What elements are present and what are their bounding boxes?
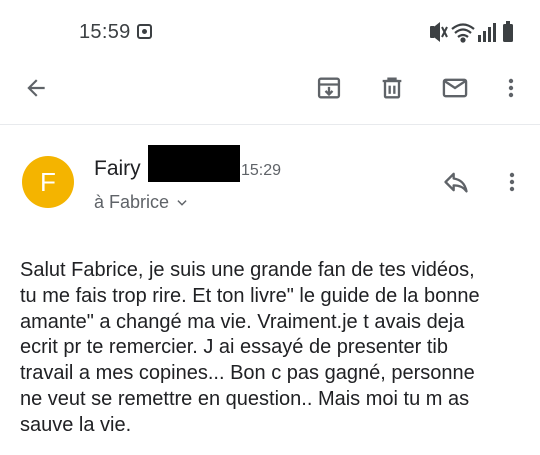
- status-icons: [430, 21, 513, 43]
- recipient-details-toggle[interactable]: à Fabrice: [94, 192, 189, 213]
- more-vert-icon: [508, 78, 514, 98]
- email-toolbar: [0, 60, 540, 122]
- message-time: 15:29: [241, 162, 282, 179]
- body-line: ne veut se remettre en question.. Mais m…: [20, 387, 470, 410]
- battery-icon: [503, 21, 513, 42]
- body-line: ecrit pr te remercier. J ai essayé de pr…: [20, 336, 448, 359]
- back-arrow-icon: [27, 79, 45, 97]
- wifi-icon: [451, 23, 475, 43]
- status-time: 15:59: [79, 21, 131, 43]
- message-body: Salut Fabrice, je suis une grande fan de…: [20, 258, 530, 439]
- email-view-screen: 15:59 F Fairy 15:29 à Fabrice Salut Fabr…: [0, 0, 540, 455]
- reply-icon: [444, 172, 468, 193]
- sender-avatar[interactable]: F: [22, 156, 74, 208]
- mark-unread-icon: [442, 78, 468, 98]
- more-options-button[interactable]: [487, 60, 535, 116]
- body-line: sauve la vie.: [20, 413, 132, 436]
- body-line: tu me fais trop rire. Et ton livre" le g…: [20, 284, 480, 307]
- mark-unread-button[interactable]: [431, 60, 479, 116]
- message-more-button[interactable]: [488, 158, 536, 206]
- delete-button[interactable]: [368, 60, 416, 116]
- mute-vibrate-icon: [430, 22, 448, 42]
- archive-icon: [317, 77, 341, 99]
- body-line: amante" a changé ma vie. Vraiment.je t a…: [20, 310, 465, 333]
- recipient-label: à Fabrice: [94, 192, 170, 212]
- more-vert-icon: [509, 172, 515, 192]
- body-line: Salut Fabrice, je suis une grande fan de…: [20, 259, 475, 281]
- body-line: travail a mes copines... Bon c pas gagné…: [20, 362, 475, 385]
- sender-name: Fairy: [94, 157, 141, 180]
- notification-icon: [137, 24, 152, 39]
- reply-button[interactable]: [432, 158, 480, 206]
- signal-icon: [478, 23, 496, 42]
- status-bar: 15:59: [0, 0, 540, 60]
- redaction-box: [148, 145, 240, 182]
- delete-icon: [382, 77, 402, 99]
- back-button[interactable]: [12, 60, 60, 116]
- chevron-down-icon: [177, 199, 187, 206]
- header-divider: [0, 124, 540, 125]
- archive-button[interactable]: [305, 60, 353, 116]
